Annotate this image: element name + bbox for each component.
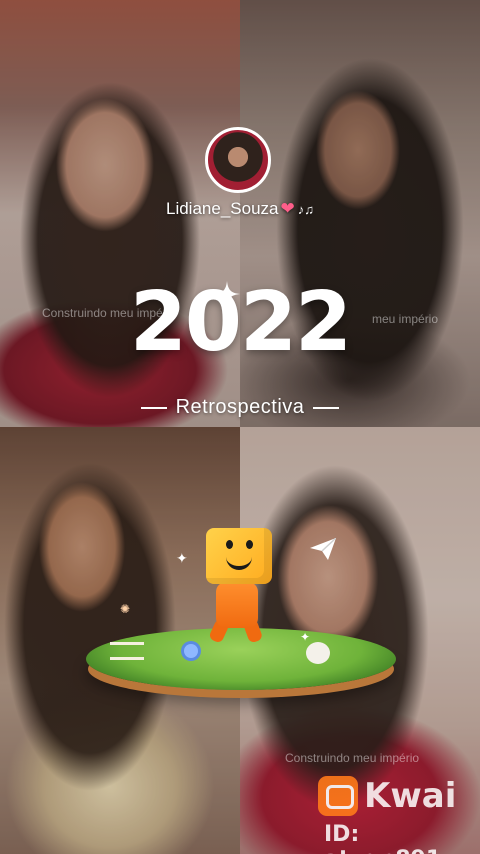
bird-icon [306,642,330,664]
kwai-user-id: ID: atvqp891 [324,822,441,854]
mascot-body [216,582,258,628]
music-notes-icon: ♪♫ [297,202,314,217]
small-sparkle-icon: ✺ [120,602,131,616]
divider-left [140,406,167,409]
year-title: 2022 [129,275,352,370]
small-sparkle-icon: ✦ [176,550,188,566]
kwai-brand: Kwai [318,776,456,816]
avatar[interactable] [205,127,271,193]
paper-plane-icon [310,538,336,560]
kwai-logo-icon [318,776,358,816]
heart-icon: ❤ [280,199,295,218]
kwai-brand-name: Kwai [364,776,457,816]
mascot-scene: ✦ ✦ ✺ [80,520,400,700]
retrospective-screen: Construindo meu império meu império Cons… [0,0,480,854]
mascot-eye-left [226,540,233,549]
username-text: Lidiane_Souza [166,199,279,218]
subtitle-row: Retrospectiva [0,396,480,419]
watermark-bottom-right: Construindo meu império [285,751,420,765]
small-sparkle-icon: ✦ [300,630,311,644]
subtitle-text: Retrospectiva [175,396,305,418]
sparkle-icon [214,281,240,307]
username-label: Lidiane_Souza ❤ ♪♫ [0,199,480,219]
divider-right [313,406,340,409]
flower-icon [184,644,198,658]
mascot-eye-right [246,540,253,549]
fence [110,642,144,660]
